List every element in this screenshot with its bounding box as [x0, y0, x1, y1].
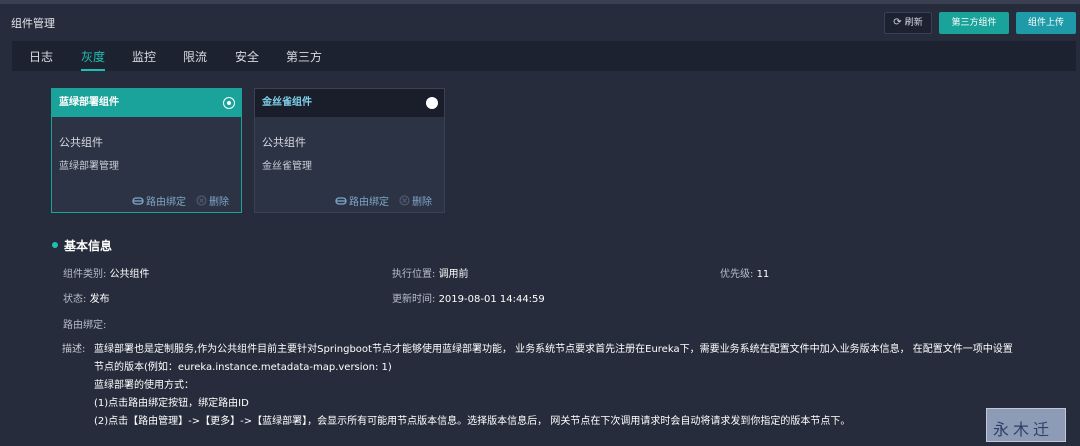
- tab-rate-limit[interactable]: 限流: [183, 48, 207, 71]
- component-card-canary[interactable]: 金丝雀组件 公共组件 金丝雀管理 路由绑定 删除: [254, 88, 445, 213]
- tab-gray-release[interactable]: 灰度: [81, 48, 106, 71]
- tab-logs[interactable]: 日志: [29, 48, 53, 71]
- field-exec-position: 执行位置: 调用前: [392, 265, 469, 280]
- route-bind-icon: [132, 196, 144, 205]
- card-select-radio[interactable]: [223, 97, 235, 109]
- description-line: 蓝绿部署的使用方式：: [94, 380, 194, 391]
- card-title: 金丝雀组件: [262, 97, 312, 108]
- watermark-seal: 永木迁华: [986, 408, 1066, 442]
- upload-component-button[interactable]: 组件上传: [1016, 12, 1076, 34]
- refresh-button[interactable]: ⟳ 刷新: [884, 12, 932, 34]
- route-bind-button[interactable]: 路由绑定: [335, 193, 389, 208]
- section-title-basic-info: 基本信息: [64, 239, 113, 253]
- card-type: 公共组件: [262, 136, 306, 149]
- route-bind-icon: [335, 196, 347, 205]
- tab-monitor[interactable]: 监控: [132, 48, 156, 71]
- card-header: 蓝绿部署组件: [52, 89, 241, 117]
- third-party-components-button[interactable]: 第三方组件: [939, 12, 1009, 34]
- field-value: 2019-08-01 14:44:59: [438, 294, 545, 305]
- delete-icon: [399, 195, 410, 206]
- description-line: (2)点击【路由管理】->【更多】->【蓝绿部署】，会显示所有可能用节点版本信息…: [94, 416, 851, 427]
- field-updated-time: 更新时间: 2019-08-01 14:44:59: [392, 290, 545, 305]
- field-category: 组件类别: 公共组件: [63, 265, 150, 280]
- delete-icon: [196, 195, 207, 206]
- page-title: 组件管理: [11, 17, 55, 30]
- field-value: 发布: [89, 294, 110, 305]
- delete-label: 删除: [209, 197, 229, 208]
- field-value: 公共组件: [109, 269, 150, 280]
- watermark-text: 永木迁华: [993, 420, 1054, 439]
- field-status: 状态: 发布: [63, 290, 110, 305]
- tab-security[interactable]: 安全: [235, 48, 259, 71]
- field-label: 状态:: [63, 294, 87, 305]
- refresh-icon: ⟳: [893, 17, 902, 28]
- field-label: 优先级:: [720, 269, 754, 280]
- card-description: 蓝绿部署管理: [59, 161, 119, 172]
- field-label: 执行位置:: [392, 269, 436, 280]
- field-label: 路由绑定:: [63, 320, 107, 331]
- route-bind-button[interactable]: 路由绑定: [132, 193, 186, 208]
- description-line: 蓝绿部署也是定制服务,作为公共组件目前主要针对Springboot节点才能够使用…: [94, 344, 1013, 355]
- card-actions: 路由绑定 删除: [335, 193, 432, 208]
- route-bind-label: 路由绑定: [146, 197, 186, 208]
- field-label: 更新时间:: [392, 294, 436, 305]
- card-type: 公共组件: [59, 136, 103, 149]
- description-block: 描述: 蓝绿部署也是定制服务,作为公共组件目前主要针对Springboot节点才…: [62, 341, 1052, 431]
- component-card-blue-green[interactable]: 蓝绿部署组件 公共组件 蓝绿部署管理 路由绑定 删除: [51, 88, 242, 213]
- card-actions: 路由绑定 删除: [132, 193, 229, 208]
- description-line: 节点的版本(例如：eureka.instance.metadata-map.ve…: [94, 362, 392, 373]
- page-header: 组件管理 ⟳ 刷新 第三方组件 组件上传: [0, 4, 1080, 40]
- route-bind-label: 路由绑定: [349, 197, 389, 208]
- tab-bar: 日志 灰度 监控 限流 安全 第三方: [12, 41, 1076, 71]
- field-value: 调用前: [438, 269, 469, 280]
- description-line: (1)点击路由绑定按钮，绑定路由ID: [94, 398, 249, 409]
- field-label: 组件类别:: [63, 269, 107, 280]
- card-select-radio[interactable]: [426, 97, 438, 109]
- delete-button[interactable]: 删除: [399, 193, 432, 208]
- field-route-binding: 路由绑定:: [63, 316, 106, 331]
- field-priority: 优先级: 11: [720, 265, 769, 280]
- card-title: 蓝绿部署组件: [59, 97, 119, 108]
- card-header: 金丝雀组件: [255, 89, 444, 117]
- tab-third-party[interactable]: 第三方: [286, 48, 322, 71]
- card-description: 金丝雀管理: [262, 161, 312, 172]
- description-label: 描述:: [62, 344, 86, 355]
- section-bullet: [52, 242, 58, 248]
- refresh-label: 刷新: [904, 18, 923, 28]
- field-value: 11: [756, 269, 770, 280]
- description-body: 蓝绿部署也是定制服务,作为公共组件目前主要针对Springboot节点才能够使用…: [94, 341, 1052, 431]
- delete-button[interactable]: 删除: [196, 193, 229, 208]
- delete-label: 删除: [412, 197, 432, 208]
